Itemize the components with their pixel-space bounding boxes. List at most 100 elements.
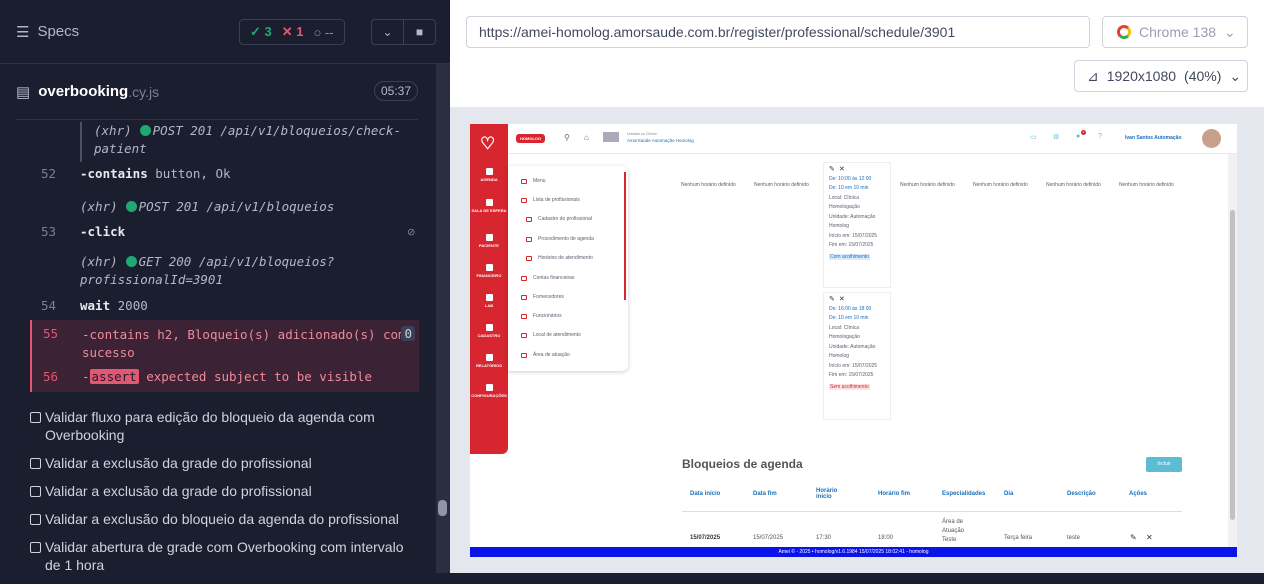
browser-selector[interactable]: Chrome 138 ⌄ <box>1102 16 1248 48</box>
sidebar-item-configuracoes[interactable]: CONFIGURAÇÕES <box>470 384 508 398</box>
status-dot-icon <box>139 125 151 136</box>
specs-toggle[interactable]: ☰ Specs <box>16 23 79 41</box>
app-preview-panel: https://amei-homolog.amorsaude.com.br/re… <box>450 0 1264 573</box>
col-descricao[interactable]: Descrição <box>1067 491 1096 497</box>
col-horario-fim[interactable]: Horário fim <box>878 491 910 497</box>
log-command-53[interactable]: 53 -click ⊘ <box>30 224 419 244</box>
acolhimento-badge: Sem acolhimento <box>829 383 870 390</box>
stop-icon[interactable]: ■ <box>403 19 436 45</box>
menu-item[interactable]: Fornecedores <box>521 294 564 300</box>
user-name[interactable]: Ivan Santos Automação <box>1125 135 1182 141</box>
col-horario-inicio[interactable]: Horário início <box>816 488 846 500</box>
empty-schedule: Nenhum horário definido <box>681 182 736 188</box>
url-bar[interactable]: https://amei-homolog.amorsaude.com.br/re… <box>466 16 1090 48</box>
log-command-55-failed[interactable]: 55 -contains h2, Bloqueio(s) adicionado(… <box>30 320 419 362</box>
menu-item[interactable]: Funcionários <box>521 313 562 319</box>
pending-count: ○ -- <box>313 24 334 40</box>
table-divider <box>682 511 1182 512</box>
sidebar-item-cadastro[interactable]: CADASTRO <box>470 324 508 338</box>
sidebar-item-paciente[interactable]: PACIENTE <box>470 234 508 248</box>
close-icon[interactable]: ✕ <box>1146 533 1153 542</box>
failed-count: ✕ 1 <box>281 24 304 39</box>
log-xhr[interactable]: (xhr) POST 201 /api/v1/bloqueios/check- p… <box>80 122 410 162</box>
collapse-chevron-icon[interactable]: ⌄ <box>371 19 404 45</box>
menu-item[interactable]: Procedimento de agenda <box>526 236 594 242</box>
edit-icon[interactable]: ✎ <box>829 166 839 173</box>
ruler-icon: ⊿ <box>1087 67 1099 84</box>
status-dot-icon <box>125 201 137 212</box>
spec-file-name: overbooking <box>38 83 129 100</box>
menu-item[interactable]: Área de atuação <box>521 352 570 358</box>
log-command-56-failed[interactable]: 56 - assert expected subject to be visibl… <box>30 362 419 392</box>
hidden-eye-icon: ⊘ <box>407 224 415 239</box>
spec-file-header: ▤ overbooking .cy.js 05:37 <box>16 64 418 120</box>
cypress-runner-panel: ☰ Specs ✓ 3 ✕ 1 ○ -- ⌄ ■ ▤ overbooking .… <box>0 0 450 573</box>
match-count-badge: 0 <box>401 326 415 341</box>
log-xhr[interactable]: (xhr) POST 201 /api/v1/bloqueios <box>30 198 419 218</box>
test-list: Validar fluxo para edição do bloqueio da… <box>30 408 419 584</box>
file-icon: ▤ <box>16 83 31 101</box>
app-topbar: HOMOLOG ⚲ ⌂ Unidade ou Clínica AmorSaúde… <box>470 124 1237 154</box>
incluir-button[interactable]: Incluir <box>1146 457 1182 472</box>
test-item[interactable]: Validar fluxo para edição do bloqueio da… <box>30 408 419 444</box>
test-item[interactable]: Validar a exclusão do bloqueio da agenda… <box>30 510 419 528</box>
app-scrollbar[interactable] <box>1228 154 1237 547</box>
edit-icon[interactable]: ✎ <box>1130 533 1137 542</box>
menu-item[interactable]: Horários de atendimento <box>526 255 593 261</box>
passed-count: ✓ 3 <box>250 24 272 39</box>
env-badge: HOMOLOG <box>516 134 546 143</box>
menu-item[interactable]: Lista de profissionais <box>521 197 580 203</box>
command-log: (xhr) POST 201 /api/v1/bloqueios/check- p… <box>30 120 419 393</box>
log-command-52[interactable]: 52 -contains button, Ok <box>30 166 419 186</box>
col-especialidades[interactable]: Especialidades <box>942 491 985 497</box>
close-icon[interactable]: ✕ <box>839 166 849 173</box>
schedule-card: ✎✕ De: 16:00 às 18:00 De: 10 em 10 min L… <box>823 292 891 420</box>
notif-count: 2 <box>1081 130 1086 135</box>
chevron-down-icon: ⌄ <box>1224 23 1236 40</box>
assert-badge: assert <box>89 369 139 384</box>
test-item[interactable]: Validar a exclusão da grade do profissio… <box>30 482 419 500</box>
sidebar-item-agenda[interactable]: AGENDA <box>470 168 508 182</box>
test-item[interactable]: Validar abertura de grade com Overbookin… <box>30 538 419 574</box>
avatar[interactable] <box>1202 129 1221 148</box>
card-actions: ✎✕ <box>829 295 885 305</box>
menu-item[interactable]: Local de atendimento <box>521 332 581 338</box>
col-data-fim[interactable]: Data fim <box>753 491 777 497</box>
empty-schedule: Nenhum horário definido <box>1046 182 1101 188</box>
app-under-test: HOMOLOG ⚲ ⌂ Unidade ou Clínica AmorSaúde… <box>470 124 1237 557</box>
log-command-54[interactable]: 54 wait 2000 <box>30 298 419 318</box>
viewport-selector[interactable]: ⊿ 1920x1080 (40%) ⌄ <box>1074 60 1248 92</box>
sidebar-item-lab[interactable]: LAB <box>470 294 508 308</box>
specs-label: Specs <box>37 23 80 40</box>
search-icon[interactable]: ⚲ <box>564 133 570 142</box>
home-icon[interactable]: ⌂ <box>584 133 589 142</box>
empty-schedule: Nenhum horário definido <box>1119 182 1174 188</box>
preview-header: https://amei-homolog.amorsaude.com.br/re… <box>450 0 1264 107</box>
chrome-icon <box>1117 25 1131 39</box>
clinic-selector[interactable]: AmorSaúde Automação Homolog <box>627 138 694 143</box>
log-xhr[interactable]: (xhr) GET 200 /api/v1/bloqueios? profissio… <box>30 253 419 289</box>
col-data-inicio[interactable]: Data início <box>690 491 720 497</box>
run-timer: 05:37 <box>373 81 418 101</box>
status-dot-icon <box>125 256 137 267</box>
calendar-icon[interactable]: ▭ <box>1030 133 1037 141</box>
sidebar-item-sala-de-espera[interactable]: SALA DE ESPERA <box>470 199 508 213</box>
edit-icon[interactable]: ✎ <box>829 296 839 303</box>
menu-item[interactable]: Contas financeiras <box>521 275 574 281</box>
sidebar-item-relatorios[interactable]: RELATÓRIOS <box>470 354 508 368</box>
bell-icon[interactable]: ● <box>1076 133 1080 140</box>
close-icon[interactable]: ✕ <box>839 296 849 303</box>
menu-item[interactable]: Cadastro do profissional <box>526 216 592 222</box>
gear-icon[interactable]: ⚙ <box>1053 133 1059 141</box>
acolhimento-badge: Com acolhimento <box>829 253 870 260</box>
col-dia[interactable]: Dia <box>1004 491 1013 497</box>
test-item[interactable]: Validar a exclusão da grade do profissio… <box>30 454 419 472</box>
empty-schedule: Nenhum horário definido <box>973 182 1028 188</box>
help-icon[interactable]: ? <box>1098 133 1102 140</box>
log-scrollbar[interactable] <box>436 64 450 573</box>
scrollbar-thumb[interactable] <box>438 500 447 516</box>
menu-item[interactable]: Menu <box>521 178 546 184</box>
sidebar-item-financeiro[interactable]: FINANCEIRO <box>470 264 508 278</box>
test-stats: ✓ 3 ✕ 1 ○ -- <box>239 19 345 45</box>
empty-schedule: Nenhum horário definido <box>754 182 809 188</box>
